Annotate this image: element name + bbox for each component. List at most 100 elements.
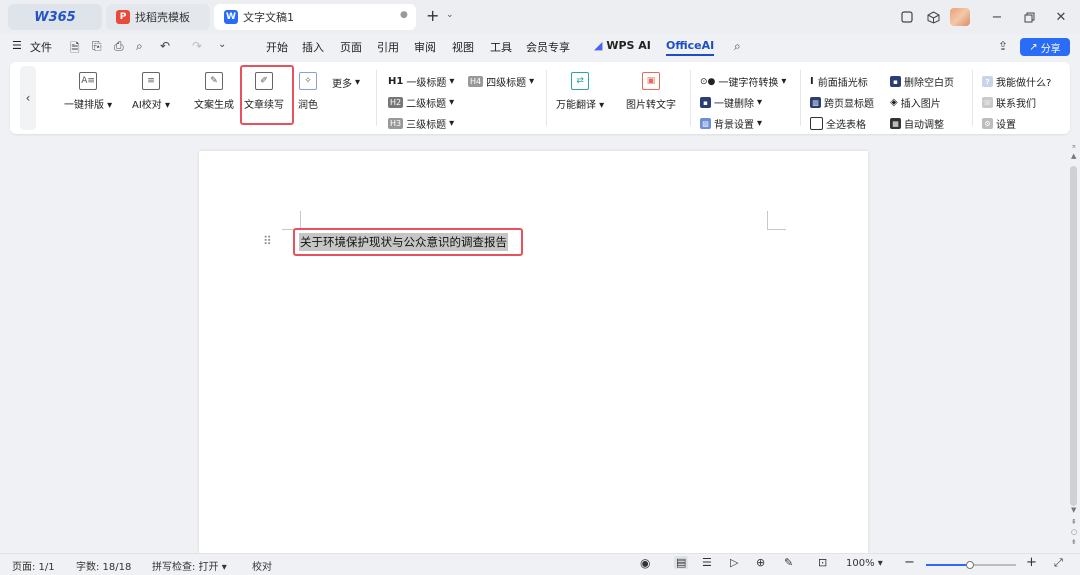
bg-settings-button[interactable]: ▨ 背景设置 ▾	[700, 116, 762, 131]
one-click-delete-button[interactable]: ▪ 一键删除 ▾	[700, 95, 762, 110]
template-tab[interactable]: P 找稻壳模板	[106, 4, 210, 30]
wps-ai-label: WPS AI	[606, 39, 651, 52]
next-page-icon[interactable]: ⇟	[1071, 538, 1077, 546]
polish-button[interactable]: ✧ 润色	[298, 72, 318, 111]
one-click-layout-button[interactable]: A≡ 一键排版 ▾	[64, 72, 112, 111]
heading3-label: 三级标题	[406, 120, 447, 131]
what-can-i-do-button[interactable]: ? 我能做什么?	[982, 74, 1051, 89]
document-page[interactable]	[199, 151, 868, 553]
outline-view-icon[interactable]: ☰	[702, 556, 712, 569]
fit-width-icon[interactable]: ⊡	[818, 556, 827, 569]
zoom-slider[interactable]	[926, 561, 1016, 569]
word-count[interactable]: 字数: 18/18	[76, 558, 131, 573]
save-icon[interactable]: 🗎	[70, 39, 80, 60]
heading2-button[interactable]: H2 二级标题 ▾	[388, 95, 454, 110]
drag-handle-icon[interactable]: ⠿	[263, 234, 272, 248]
print-preview-icon[interactable]: ⌕	[136, 39, 143, 54]
zoom-level[interactable]: 100% ▾	[846, 558, 883, 569]
vertical-scrollbar[interactable]: ⌅ ▲ ▼ ⇞ ○ ⇟	[1068, 140, 1080, 553]
menu-insert[interactable]: 插入	[302, 39, 324, 55]
menu-member[interactable]: 会员专享	[526, 39, 570, 55]
copy-gen-button[interactable]: ✎ 文案生成	[194, 72, 234, 111]
fullscreen-icon[interactable]: ⤢	[1054, 556, 1063, 570]
chat-icon: ☏	[982, 97, 993, 108]
char-convert-button[interactable]: ⊙● 一键字符转换 ▾	[700, 74, 786, 89]
file-menu[interactable]: 文件	[30, 39, 52, 55]
page-indicator[interactable]: 页面: 1/1	[12, 558, 55, 573]
search-icon[interactable]: ⌕	[734, 39, 741, 54]
avatar[interactable]	[950, 8, 970, 26]
menu-review[interactable]: 审阅	[414, 39, 436, 55]
text-cursor-icon: I	[810, 76, 814, 87]
cursor-mark-button[interactable]: I 前面插光标	[810, 74, 868, 89]
scroll-top-icon[interactable]: ⌅	[1071, 142, 1077, 150]
prev-page-icon[interactable]: ⇞	[1071, 518, 1077, 526]
home-tab-label: W365	[34, 9, 76, 25]
close-icon[interactable]: ✕	[1052, 8, 1070, 26]
minimize-icon[interactable]: −	[988, 8, 1006, 26]
restore-icon[interactable]	[1020, 8, 1038, 26]
web-view-icon[interactable]: ⊕	[756, 556, 765, 569]
cloud-upload-icon[interactable]: ⇪	[998, 39, 1008, 53]
scrollbar-thumb[interactable]	[1070, 166, 1077, 506]
heading1-button[interactable]: H1 一级标题 ▾	[388, 74, 454, 89]
contact-us-button[interactable]: ☏ 联系我们	[982, 95, 1036, 110]
undo-icon[interactable]: ↶	[160, 39, 170, 53]
settings-button[interactable]: ⚙ 设置	[982, 116, 1016, 131]
more-chevron-icon: ▾	[355, 77, 361, 88]
scroll-down-icon[interactable]: ▼	[1071, 506, 1076, 514]
insert-image-button[interactable]: ◈ 插入图片	[890, 95, 941, 110]
more-button[interactable]: 更多 ▾	[332, 75, 360, 90]
auto-adjust-button[interactable]: ▦ 自动调整	[890, 116, 944, 131]
menu-view[interactable]: 视图	[452, 39, 474, 55]
gear-icon: ⚙	[982, 118, 993, 129]
bg-settings-label: 背景设置	[714, 120, 754, 131]
zoom-slider-fill	[926, 564, 969, 566]
export-icon[interactable]: ⎘	[92, 39, 102, 54]
spell-check-toggle[interactable]: 拼写检查: 打开 ▾	[152, 558, 227, 573]
play-icon[interactable]: ▷	[730, 556, 738, 569]
print-icon[interactable]: ⎙	[114, 39, 124, 54]
menu-office-ai[interactable]: OfficeAI	[666, 39, 715, 56]
ribbon-scroll-left-icon[interactable]: ‹	[20, 66, 36, 130]
zoom-slider-handle[interactable]	[966, 561, 974, 569]
hamburger-icon[interactable]: ☰	[12, 39, 22, 52]
ai-proofread-button[interactable]: ≡ AI校对 ▾	[132, 72, 170, 111]
cube-icon[interactable]	[924, 8, 942, 26]
window-view-icon[interactable]	[898, 8, 916, 26]
document-title[interactable]: 关于环境保护现状与公众意识的调查报告	[299, 233, 508, 251]
home-tab[interactable]: W365	[8, 4, 102, 30]
select-browse-icon[interactable]: ○	[1071, 528, 1077, 536]
redo-icon[interactable]: ↷	[192, 39, 202, 53]
office-ai-ribbon: ‹ A≡ 一键排版 ▾ ≡ AI校对 ▾ ✎ 文案生成 ✐ 文章续写 ✧ 润色 …	[10, 62, 1070, 134]
quick-access-chevron-icon[interactable]: ⌄	[218, 39, 226, 50]
cross-page-title-button[interactable]: ▥ 跨页显标题	[810, 95, 874, 110]
share-button[interactable]: ↗ 分享	[1020, 38, 1070, 56]
tab-list-chevron-icon[interactable]: ⌄	[446, 10, 454, 20]
pen-icon[interactable]: ✎	[784, 556, 793, 569]
zoom-in-icon[interactable]: +	[1026, 555, 1037, 570]
heading3-button[interactable]: H3 三级标题 ▾	[388, 116, 454, 131]
delete-blank-page-label: 删除空白页	[904, 78, 954, 89]
menu-tools[interactable]: 工具	[490, 39, 512, 55]
unsaved-dot-icon: ●	[400, 10, 408, 20]
select-all-tables-button[interactable]: 全选表格	[810, 116, 866, 131]
translate-button[interactable]: ⇄ 万能翻译 ▾	[556, 72, 604, 111]
share-label: 分享	[1040, 43, 1061, 55]
heading4-button[interactable]: H4 四级标题 ▾	[468, 74, 534, 89]
one-click-delete-label: 一键删除	[714, 99, 754, 110]
proofread-button[interactable]: 校对	[252, 558, 272, 573]
delete-blank-page-button[interactable]: ▪ 删除空白页	[890, 74, 954, 89]
divider	[546, 70, 547, 126]
document-tab[interactable]: W 文字文稿1 ●	[214, 4, 416, 30]
new-tab-plus-icon[interactable]: +	[426, 6, 439, 25]
menu-page[interactable]: 页面	[340, 39, 362, 55]
zoom-out-icon[interactable]: −	[904, 555, 915, 570]
menu-wps-ai[interactable]: ◢ WPS AI	[594, 39, 651, 52]
image-to-text-button[interactable]: ▣ 图片转文字	[626, 72, 676, 111]
eye-protect-icon[interactable]: ◉	[640, 556, 650, 570]
menu-references[interactable]: 引用	[377, 39, 399, 55]
menu-home[interactable]: 开始	[266, 39, 288, 55]
page-view-icon[interactable]: ▤	[674, 556, 689, 569]
scroll-up-icon[interactable]: ▲	[1071, 152, 1076, 160]
